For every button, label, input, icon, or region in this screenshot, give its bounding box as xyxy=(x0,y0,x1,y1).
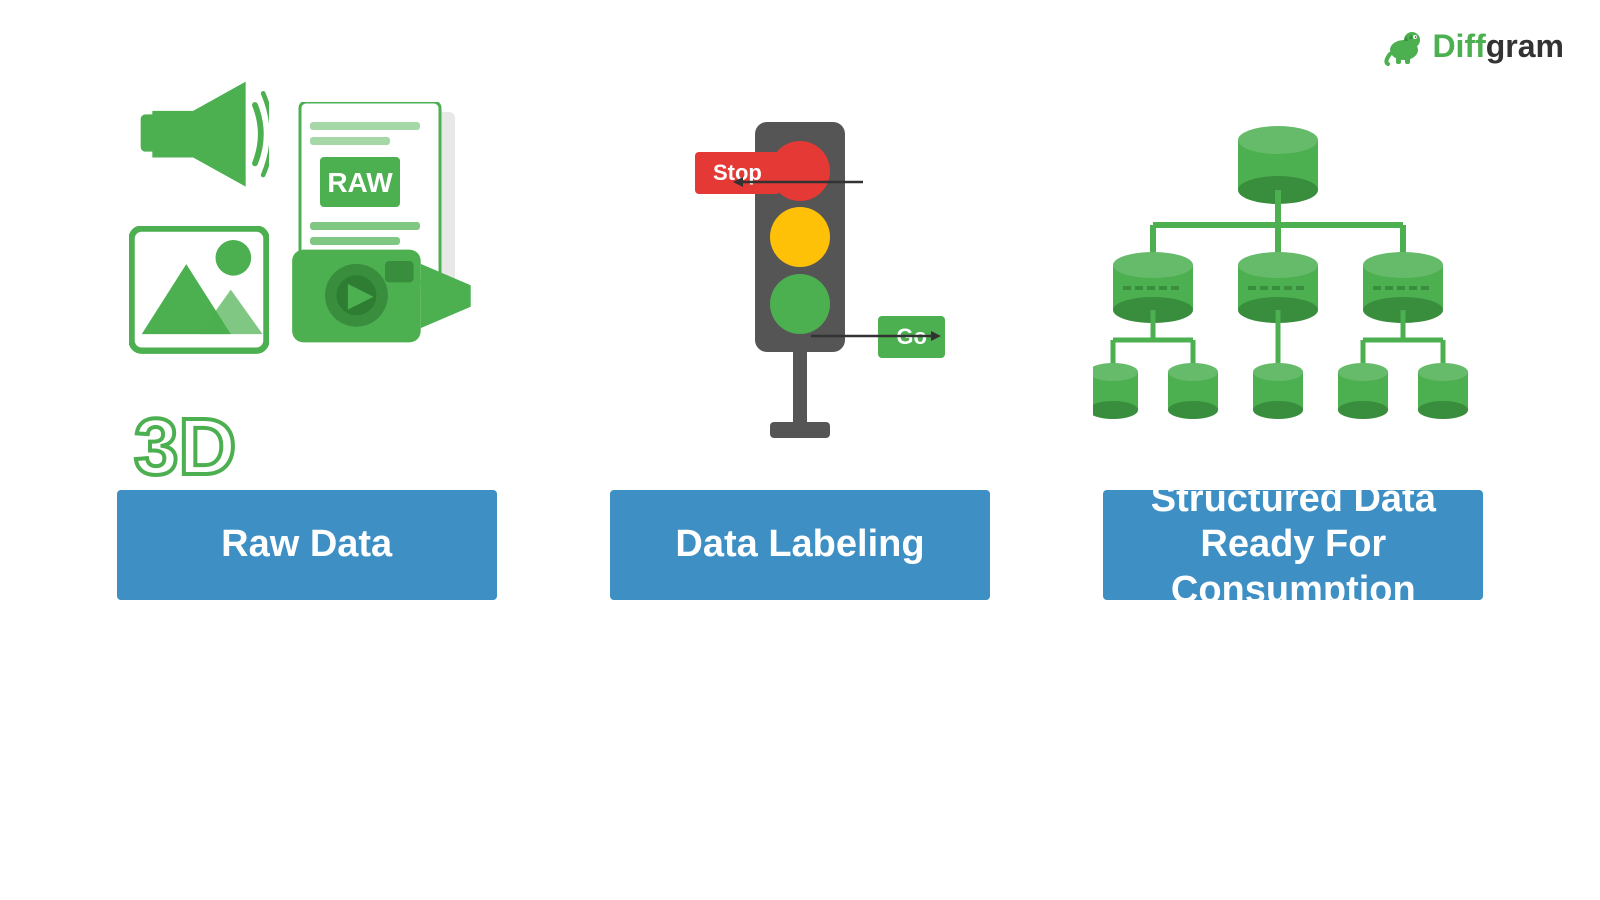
go-arrow-icon xyxy=(811,326,951,346)
data-labeling-label: Data Labeling xyxy=(675,522,924,568)
database-tree-area xyxy=(1073,100,1513,460)
structured-data-label-box: Structured Data Ready For Consumption xyxy=(1103,490,1483,600)
column-raw-data: RAW xyxy=(87,100,527,600)
database-tree-icon xyxy=(1093,110,1493,450)
logo-text: Diffgram xyxy=(1432,28,1564,65)
3d-text-icon: 3D xyxy=(129,389,269,494)
traffic-pole xyxy=(793,352,807,422)
data-labeling-label-box: Data Labeling xyxy=(610,490,990,600)
traffic-light-wrapper: Stop Go xyxy=(755,122,845,438)
traffic-light-green xyxy=(770,274,830,334)
structured-data-label: Structured Data Ready For Consumption xyxy=(1103,477,1483,614)
image-icon xyxy=(129,226,269,358)
traffic-section: Stop Go xyxy=(590,100,1010,460)
traffic-light-yellow xyxy=(770,207,830,267)
logo: Diffgram xyxy=(1382,24,1564,68)
megaphone-icon xyxy=(129,70,269,203)
svg-text:RAW: RAW xyxy=(327,167,393,198)
svg-text:3D: 3D xyxy=(134,402,236,489)
traffic-base xyxy=(770,422,830,438)
column-data-labeling: Stop Go xyxy=(580,100,1020,600)
raw-data-label: Raw Data xyxy=(221,522,392,568)
raw-data-label-box: Raw Data xyxy=(117,490,497,600)
stop-arrow-icon xyxy=(733,172,893,192)
column-structured-data: Structured Data Ready For Consumption xyxy=(1073,100,1513,600)
main-content: RAW xyxy=(0,0,1600,600)
traffic-light-area: Stop Go xyxy=(580,100,1020,460)
raw-data-icons: RAW xyxy=(87,100,527,460)
diffgram-dino-icon xyxy=(1382,24,1426,68)
video-camera-icon xyxy=(285,221,485,364)
